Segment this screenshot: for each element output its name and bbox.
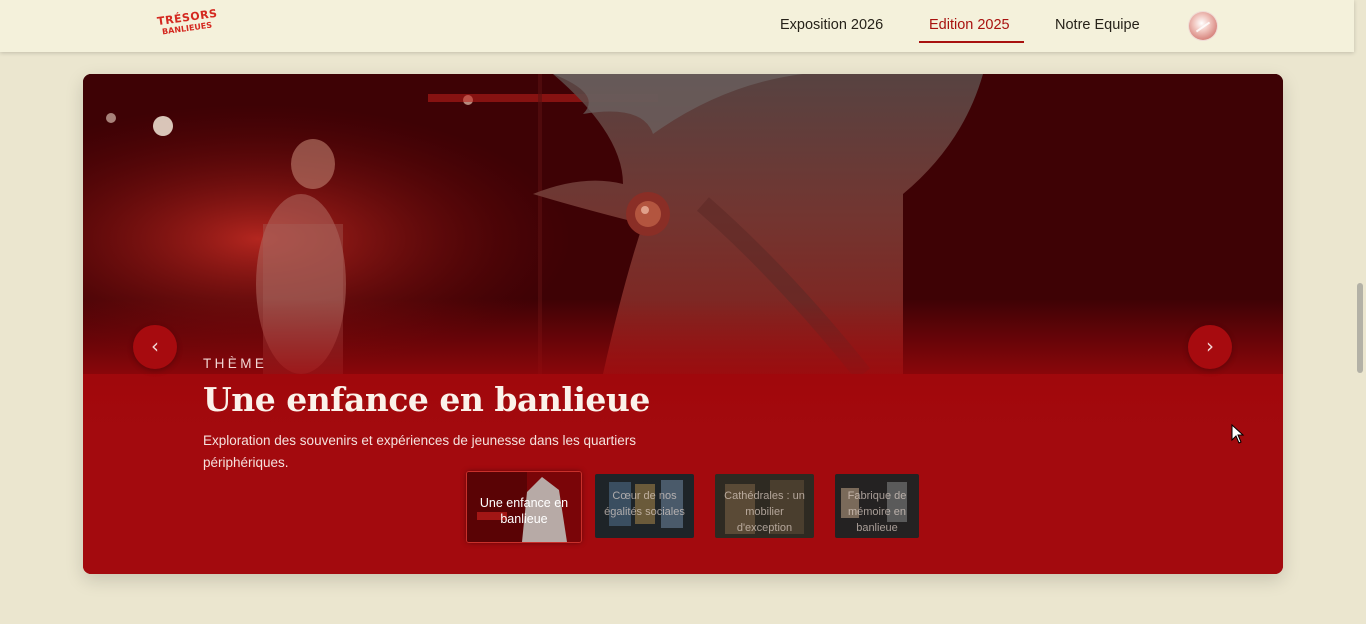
carousel-thumb-egalites[interactable]: Cœur de nos égalités sociales	[595, 474, 694, 538]
carousel-thumb-memoire[interactable]: Fabrique de mémoire en banlieue	[835, 474, 919, 538]
thumb-label: Fabrique de mémoire en banlieue	[847, 490, 907, 534]
hero-description: Exploration des souvenirs et expériences…	[203, 433, 637, 470]
hero-title: Une enfance en banlieue	[203, 380, 650, 419]
nav-exposition-2026[interactable]: Exposition 2026	[780, 17, 883, 33]
thumb-label: Cœur de nos égalités sociales	[604, 490, 685, 518]
active-nav-underline	[919, 41, 1024, 43]
carousel-next-button[interactable]: ›	[1188, 325, 1232, 369]
nav-notre-equipe[interactable]: Notre Equipe	[1055, 17, 1140, 33]
nav-edition-2025[interactable]: Edition 2025	[929, 17, 1010, 33]
scrollbar-thumb[interactable]	[1357, 283, 1363, 373]
theme-eyebrow: THÈME	[203, 356, 268, 371]
carousel-thumb-enfance[interactable]: Une enfance en banlieue	[466, 471, 582, 543]
thumb-label: Une enfance en banlieue	[479, 496, 569, 526]
site-header: TRÉSORS BANLIEUES Exposition 2026 Editio…	[0, 0, 1354, 52]
hero-carousel: ‹ › THÈME Une enfance en banlieue Explor…	[83, 74, 1283, 574]
thumb-label: Cathédrales : un mobilier d'exception	[724, 490, 805, 534]
site-logo[interactable]: TRÉSORS BANLIEUES	[156, 7, 218, 40]
user-avatar[interactable]	[1189, 12, 1217, 40]
carousel-prev-button[interactable]: ‹	[133, 325, 177, 369]
page-scrollbar[interactable]	[1354, 0, 1366, 624]
carousel-thumb-cathedrales[interactable]: Cathédrales : un mobilier d'exception	[715, 474, 814, 538]
mouse-cursor-icon	[1231, 424, 1245, 444]
